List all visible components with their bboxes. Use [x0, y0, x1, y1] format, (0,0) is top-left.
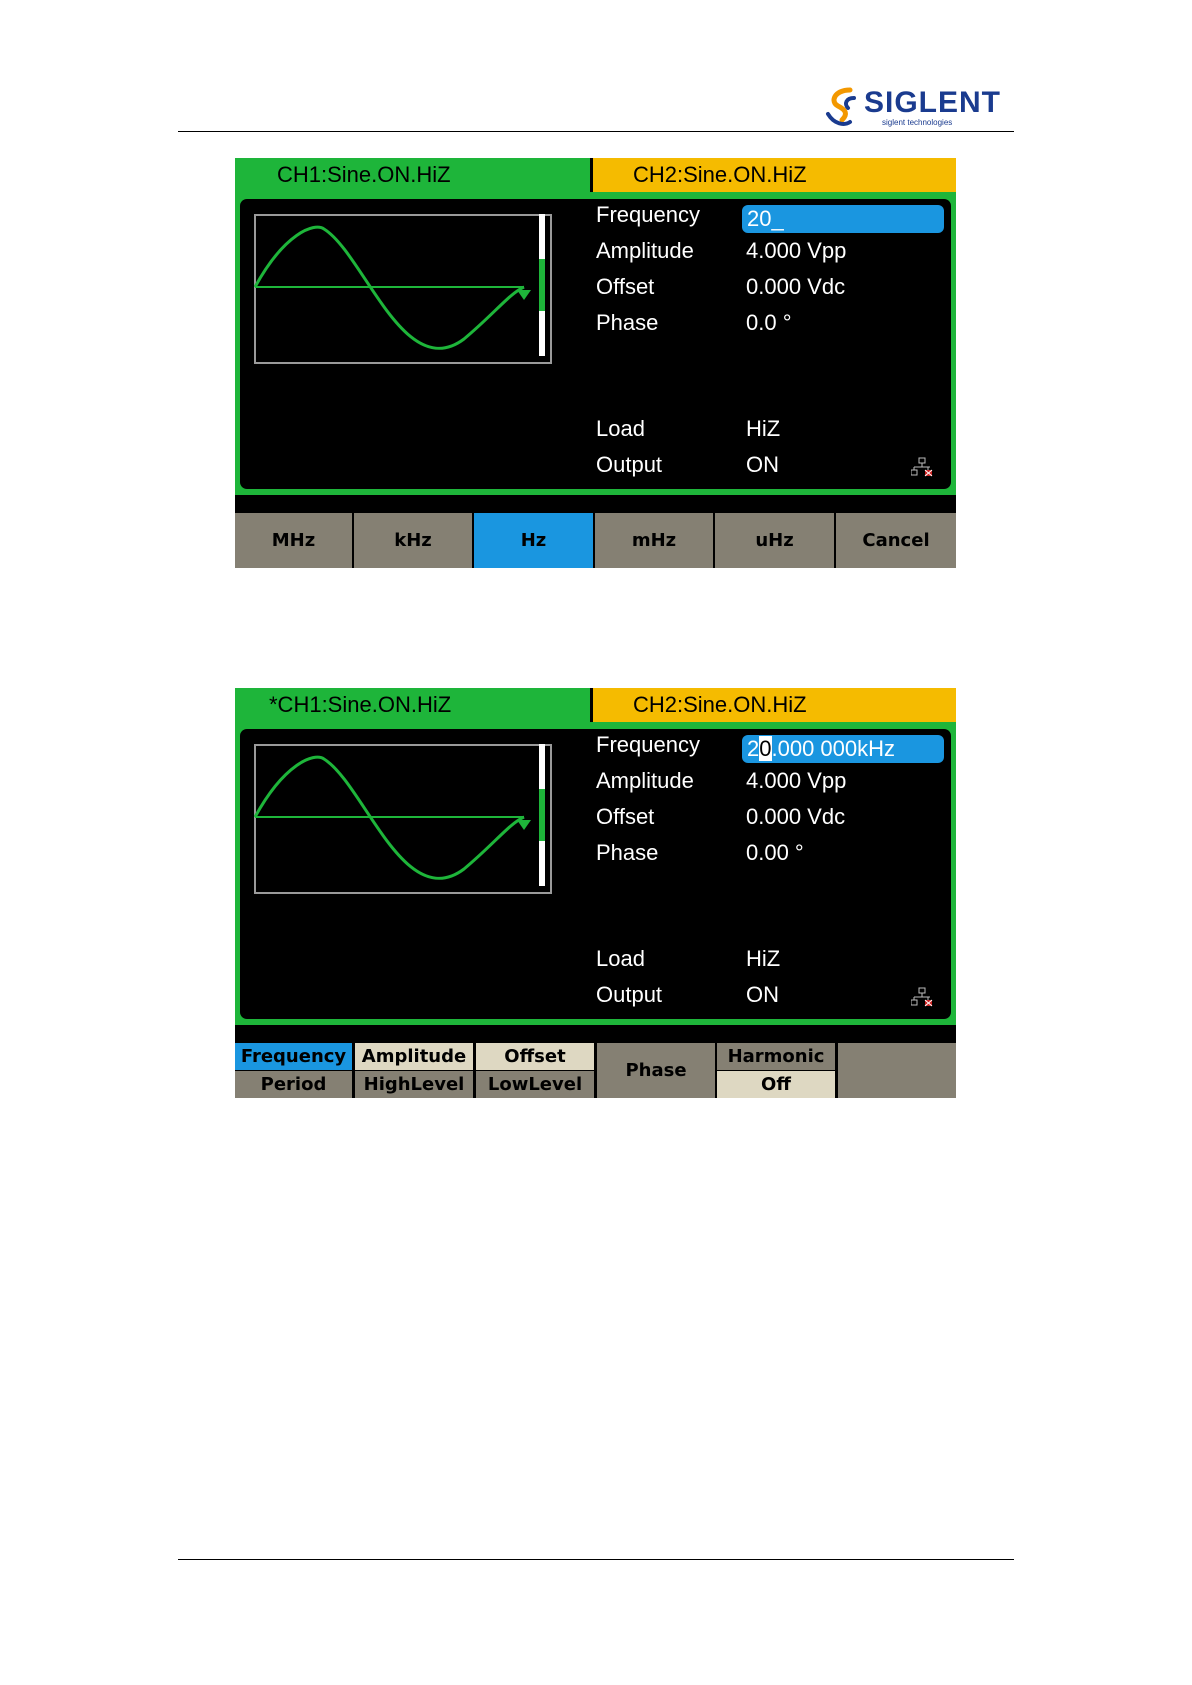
ch2-tab[interactable]: CH2:Sine.ON.HiZ	[593, 158, 956, 192]
ch2-tab[interactable]: CH2:Sine.ON.HiZ	[593, 688, 956, 722]
softkey-phase[interactable]: Phase	[597, 1043, 715, 1098]
softkey-cancel[interactable]: Cancel	[836, 513, 956, 568]
sine-wave-preview	[254, 744, 552, 894]
phase-label[interactable]: Phase	[596, 839, 658, 867]
phase-value[interactable]: 0.00 °	[746, 839, 804, 867]
softkey-period[interactable]: Period	[235, 1071, 352, 1098]
load-label[interactable]: Load	[596, 945, 645, 973]
softkey-lowlevel[interactable]: LowLevel	[476, 1071, 594, 1098]
offset-value[interactable]: 0.000 Vdc	[746, 273, 845, 301]
ch1-tab[interactable]: CH1:Sine.ON.HiZ	[235, 158, 590, 192]
softkey-millihz[interactable]: mHz	[595, 513, 715, 568]
display-area: Frequency 20.000 000kHz Amplitude 4.000 …	[240, 729, 951, 1019]
ch1-frame: Frequency 20.000 000kHz Amplitude 4.000 …	[235, 722, 956, 1025]
lan-disconnected-icon	[911, 457, 933, 477]
amplitude-value[interactable]: 4.000 Vpp	[746, 767, 846, 795]
frequency-input[interactable]: 20_	[742, 205, 944, 233]
brand-name: SIGLENT	[864, 86, 1002, 119]
offset-value[interactable]: 0.000 Vdc	[746, 803, 845, 831]
output-label[interactable]: Output	[596, 451, 662, 479]
frequency-label[interactable]: Frequency	[596, 201, 700, 229]
softkey-highlevel[interactable]: HighLevel	[355, 1071, 473, 1098]
unit-softkeys: MHz kHz Hz mHz uHz Cancel	[235, 513, 956, 568]
siglent-swirl-icon	[826, 87, 856, 126]
softkey-harmonic-state[interactable]: Off	[717, 1071, 835, 1098]
softkey-frequency[interactable]: Frequency	[235, 1043, 352, 1070]
softkey-amplitude[interactable]: Amplitude	[355, 1043, 473, 1070]
output-value[interactable]: ON	[746, 981, 779, 1009]
header-rule	[178, 131, 1014, 132]
phase-value[interactable]: 0.0 °	[746, 309, 792, 337]
amplitude-label[interactable]: Amplitude	[596, 237, 694, 265]
ch1-tab[interactable]: *CH1:Sine.ON.HiZ	[235, 688, 590, 722]
display-area: Frequency 20_ Amplitude 4.000 Vpp Offset…	[240, 199, 951, 489]
amplitude-value[interactable]: 4.000 Vpp	[746, 237, 846, 265]
offset-label[interactable]: Offset	[596, 803, 654, 831]
output-label[interactable]: Output	[596, 981, 662, 1009]
frequency-digit-suffix: .000 000kHz	[771, 736, 896, 761]
parameter-softkeys: Frequency Period Amplitude HighLevel Off…	[235, 1043, 956, 1098]
frequency-digit-prefix: 2	[747, 736, 760, 761]
siglent-logo: SIGLENT siglent technologies	[820, 84, 1010, 130]
footer-rule	[178, 1559, 1014, 1560]
output-value[interactable]: ON	[746, 451, 779, 479]
softkey-empty	[838, 1043, 956, 1098]
frequency-cursor-digit[interactable]: 0	[759, 736, 772, 761]
softkey-khz[interactable]: kHz	[354, 513, 474, 568]
softkey-uhz[interactable]: uHz	[715, 513, 836, 568]
ch1-frame: Frequency 20_ Amplitude 4.000 Vpp Offset…	[235, 192, 956, 495]
softkey-offset[interactable]: Offset	[476, 1043, 594, 1070]
frequency-input[interactable]: 20.000 000kHz	[742, 735, 944, 763]
offset-label[interactable]: Offset	[596, 273, 654, 301]
load-label[interactable]: Load	[596, 415, 645, 443]
frequency-label[interactable]: Frequency	[596, 731, 700, 759]
lan-disconnected-icon	[911, 987, 933, 1007]
amplitude-label[interactable]: Amplitude	[596, 767, 694, 795]
phase-label[interactable]: Phase	[596, 309, 658, 337]
softkey-mhz[interactable]: MHz	[235, 513, 354, 568]
load-value[interactable]: HiZ	[746, 945, 780, 973]
sine-wave-preview	[254, 214, 552, 364]
generator-screen-1: CH1:Sine.ON.HiZ CH2:Sine.ON.HiZ Frequenc…	[235, 158, 956, 568]
softkey-harmonic[interactable]: Harmonic	[717, 1043, 835, 1070]
softkey-hz[interactable]: Hz	[474, 513, 595, 568]
generator-screen-2: *CH1:Sine.ON.HiZ CH2:Sine.ON.HiZ Frequen…	[235, 688, 956, 1098]
brand-tagline: siglent technologies	[882, 118, 953, 127]
load-value[interactable]: HiZ	[746, 415, 780, 443]
